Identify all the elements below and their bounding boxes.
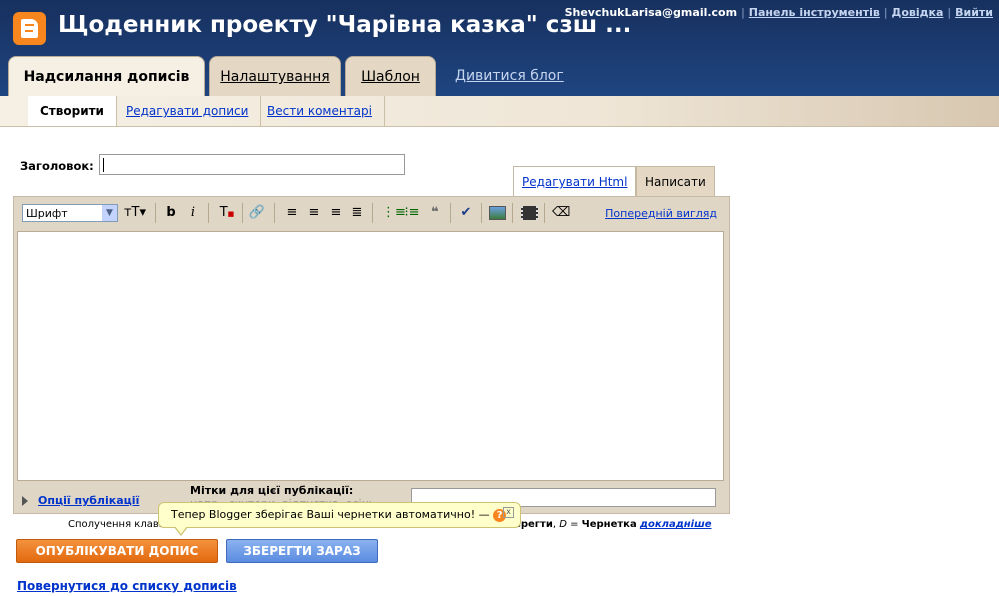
save-now-button[interactable]: ЗБЕРЕГТИ ЗАРАЗ xyxy=(226,539,378,563)
tab-settings[interactable]: Налаштування xyxy=(209,56,341,96)
labels-title: Мітки для цієї публікації: xyxy=(190,484,354,497)
view-blog-link[interactable]: Дивитися блог xyxy=(455,68,564,84)
labels-section: Мітки для цієї публікації: напр., скутер… xyxy=(190,484,375,503)
post-body-textarea[interactable] xyxy=(17,231,724,481)
subtab-edit-posts[interactable]: Редагувати дописи xyxy=(114,96,262,126)
insert-video-icon[interactable] xyxy=(520,204,538,222)
autosave-tooltip: Тепер Blogger зберігає Ваші чернетки авт… xyxy=(158,502,521,536)
shortcuts-suffix: Зберегти, D = Чернетка докладніше xyxy=(500,519,712,530)
tab-compose[interactable]: Написати xyxy=(636,166,715,197)
shortcuts-prefix: Сполучення клаві xyxy=(68,519,162,530)
align-justify-icon[interactable]: ≣ xyxy=(349,204,365,222)
blogger-logo-icon[interactable] xyxy=(13,12,46,45)
subtab-create[interactable]: Створити xyxy=(28,96,117,126)
post-title-label: Заголовок: xyxy=(20,159,94,173)
help-link[interactable]: Довідка xyxy=(892,6,944,19)
signout-link[interactable]: Вийти xyxy=(955,6,993,19)
expand-triangle-icon xyxy=(22,496,28,506)
close-icon[interactable]: x xyxy=(503,507,514,518)
text-color-icon[interactable]: T■ xyxy=(218,204,236,222)
tab-posting[interactable]: Надсилання дописів xyxy=(8,56,205,97)
publish-button[interactable]: ОПУБЛІКУВАТИ ДОПИС xyxy=(16,539,218,563)
spellcheck-icon[interactable]: ✔ xyxy=(457,204,475,222)
tab-template[interactable]: Шаблон xyxy=(345,56,436,96)
link-icon[interactable]: 🔗 xyxy=(248,204,266,222)
dashboard-link[interactable]: Панель інструментів xyxy=(749,6,880,19)
blogger-header: Щоденник проекту "Чарівна казка" сзш ...… xyxy=(0,0,999,97)
align-center-icon[interactable]: ≡ xyxy=(306,204,322,222)
preview-link[interactable]: Попередній вигляд xyxy=(605,207,717,220)
font-select[interactable]: Шрифт ▼ xyxy=(22,204,118,222)
tooltip-text: Тепер Blogger зберігає Ваші чернетки авт… xyxy=(171,508,476,521)
user-bar: ShevchukLarisa@gmail.com | Панель інструме… xyxy=(564,6,993,19)
numbered-list-icon[interactable]: ⋮≡ xyxy=(382,204,406,222)
remove-formatting-icon[interactable]: ⌫ xyxy=(552,204,570,222)
font-size-icon[interactable]: ᴛT▾ xyxy=(122,204,148,222)
blog-title: Щоденник проекту "Чарівна казка" сзш ... xyxy=(58,12,632,38)
align-right-icon[interactable]: ≡ xyxy=(328,204,344,222)
post-options-link[interactable]: Опції публікації xyxy=(38,494,139,507)
user-email: ShevchukLarisa@gmail.com xyxy=(564,6,738,19)
italic-icon[interactable]: i xyxy=(186,204,200,222)
bold-icon[interactable]: b xyxy=(164,204,178,222)
post-title-input[interactable] xyxy=(99,154,405,175)
subnav: Створити Редагувати дописи Вести комента… xyxy=(0,96,999,127)
back-to-posts-link[interactable]: Повернутися до списку дописів xyxy=(17,579,237,593)
insert-image-icon[interactable] xyxy=(488,204,506,222)
chevron-down-icon: ▼ xyxy=(102,205,117,221)
blockquote-icon[interactable]: ❝ xyxy=(427,204,443,222)
post-options[interactable]: Опції публікації xyxy=(22,494,139,507)
subtab-moderate-comments[interactable]: Вести коментарі xyxy=(255,96,385,126)
tab-edit-html[interactable]: Редагувати Html xyxy=(513,166,637,197)
post-editor: Шрифт ▼ ᴛT▾ b i T■ 🔗 ≡ ≡ ≡ ≣ ⋮≡ ⁝≡ ❝ ✔ ⌫ … xyxy=(13,196,730,514)
align-left-icon[interactable]: ≡ xyxy=(284,204,300,222)
bullet-list-icon[interactable]: ⁝≡ xyxy=(404,204,420,222)
more-link[interactable]: докладніше xyxy=(640,519,712,530)
